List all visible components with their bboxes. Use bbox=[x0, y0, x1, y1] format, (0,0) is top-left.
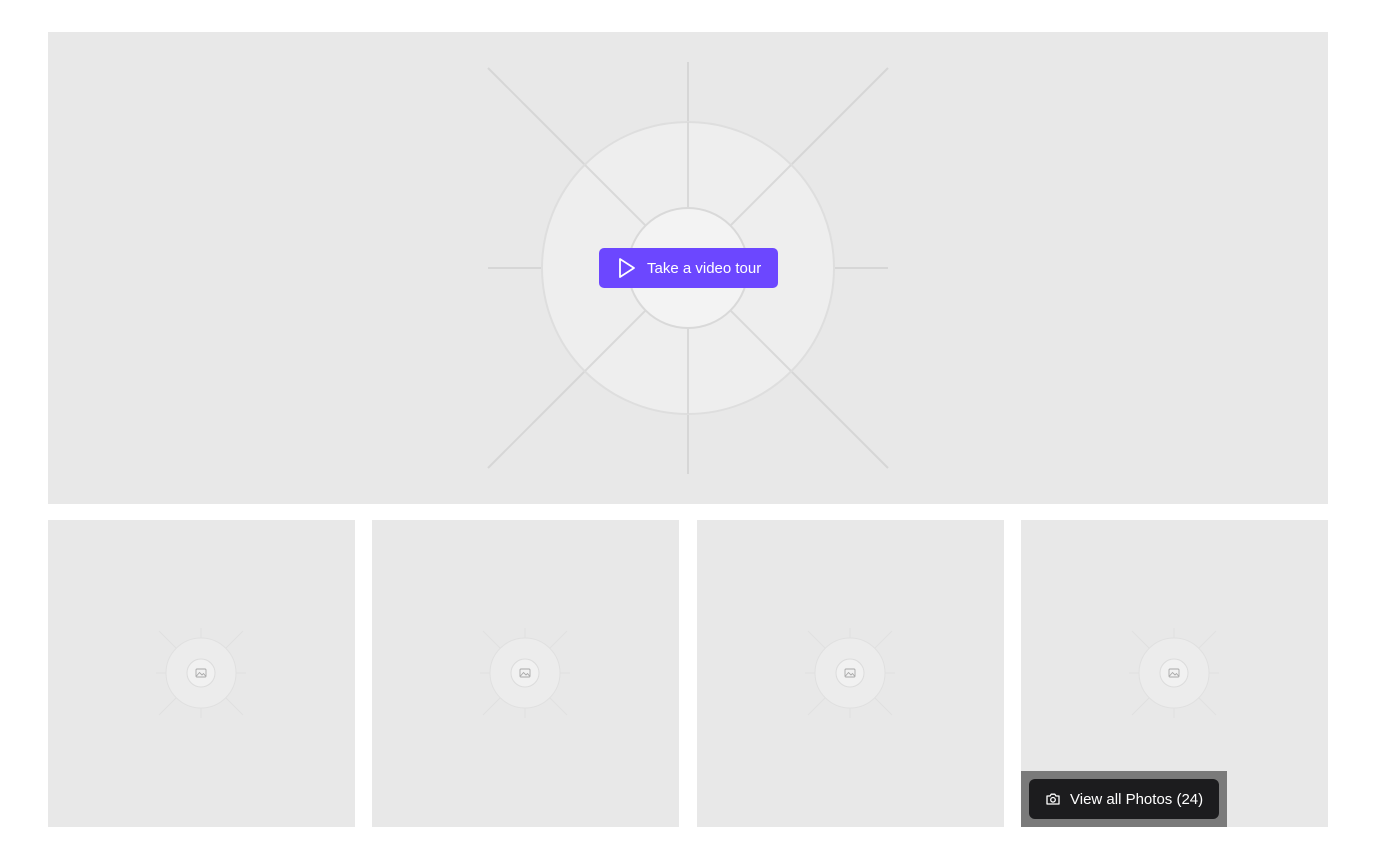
play-icon bbox=[617, 257, 637, 279]
image-placeholder-graphic bbox=[480, 628, 570, 718]
view-all-photos-button[interactable]: View all Photos (24) bbox=[1029, 779, 1219, 819]
view-all-photos-label: View all Photos (24) bbox=[1070, 790, 1204, 808]
camera-icon bbox=[1045, 791, 1061, 807]
view-all-overlay: View all Photos (24) bbox=[1021, 771, 1227, 827]
photo-thumbnail-2[interactable] bbox=[372, 520, 679, 827]
photo-thumbnail-4[interactable]: View all Photos (24) bbox=[1021, 520, 1328, 827]
hero-video-area[interactable]: Take a video tour bbox=[48, 32, 1328, 504]
photo-thumbnail-1[interactable] bbox=[48, 520, 355, 827]
image-placeholder-graphic bbox=[156, 628, 246, 718]
take-video-tour-button[interactable]: Take a video tour bbox=[599, 248, 778, 288]
image-placeholder-graphic bbox=[805, 628, 895, 718]
video-button-label: Take a video tour bbox=[647, 259, 762, 277]
photo-thumbnail-3[interactable] bbox=[697, 520, 1004, 827]
